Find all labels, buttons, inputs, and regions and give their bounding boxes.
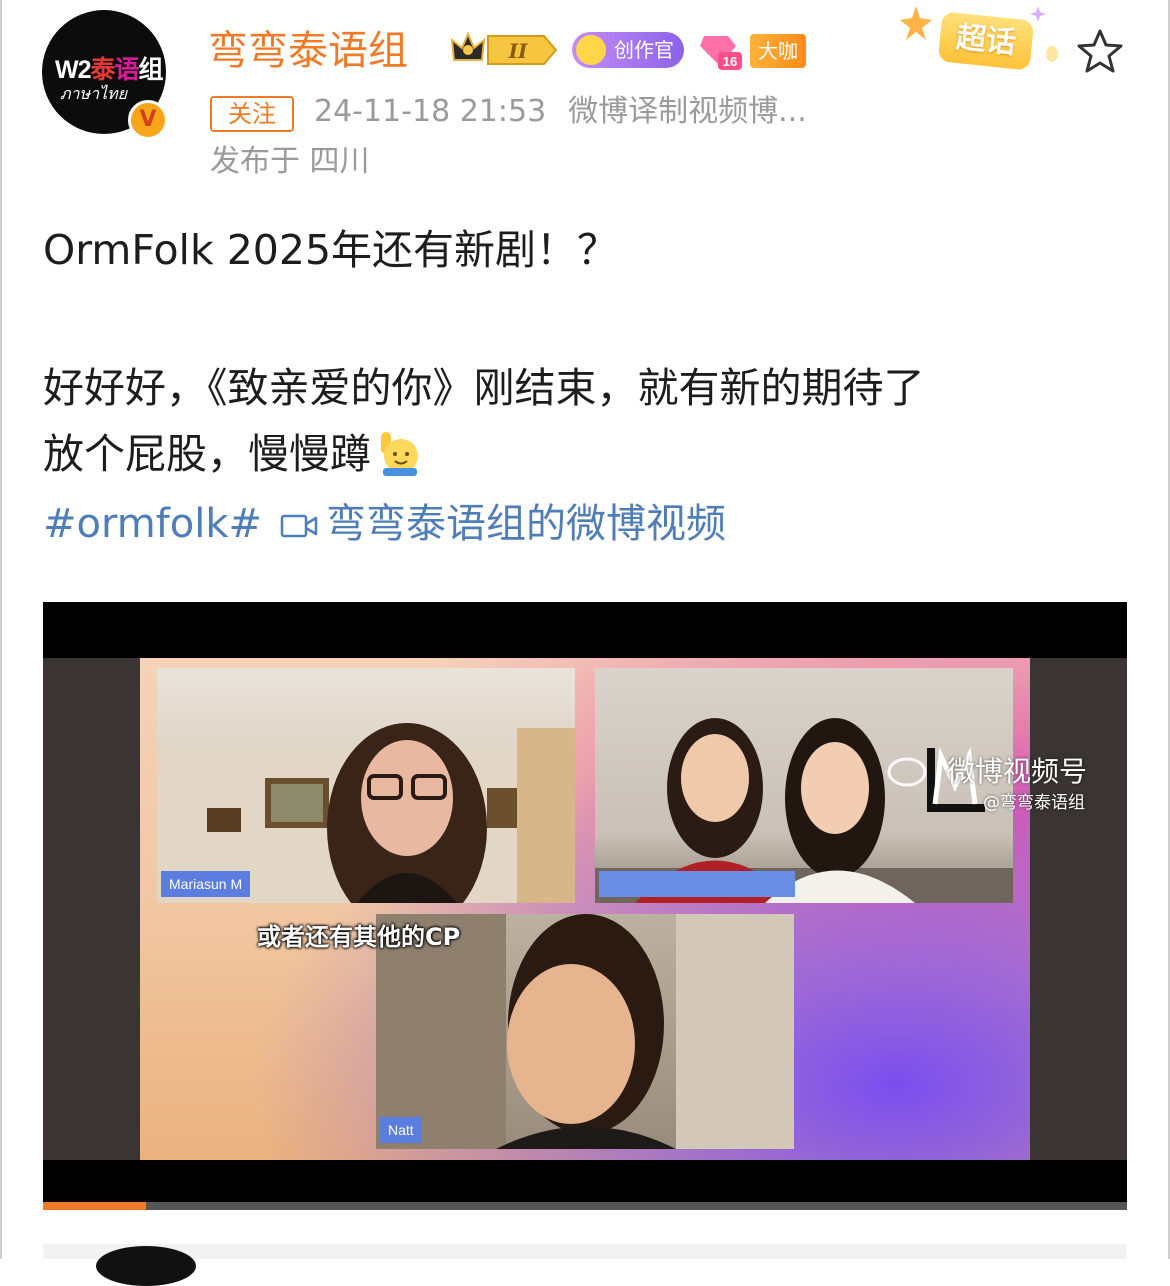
post-meta: 24-11-18 21:53 微博译制视频博... xyxy=(314,92,807,132)
super-topic-button[interactable]: 超话 xyxy=(937,11,1035,71)
daka-badge[interactable]: 大咖 xyxy=(750,34,806,68)
video-link-icon xyxy=(280,514,318,538)
watermark-title: 微博视频号 xyxy=(947,755,1088,788)
post-text-line-3: 放个屁股，慢慢蹲 xyxy=(43,428,423,480)
natt-name-tag: Natt xyxy=(380,1117,422,1143)
post-datetime: 24-11-18 21:53 xyxy=(314,94,547,129)
avatar-logo: W2泰语组 xyxy=(55,56,164,84)
crown-icon[interactable]: II xyxy=(448,30,560,70)
level-badge-number: 16 xyxy=(723,54,737,69)
video-tile-host: Mariasun M xyxy=(157,668,575,903)
video-player[interactable]: Mariasun M Natt 或者还有其他的CP 微博视频号 @弯弯泰语组 xyxy=(43,602,1127,1210)
post-source[interactable]: 微博译制视频博... xyxy=(568,94,807,129)
author-name[interactable]: 弯弯泰语组 xyxy=(208,27,408,75)
post-text-line-2: 好好好，《致亲爱的你》刚结束，就有新的期待了 xyxy=(43,364,925,412)
video-progress-bar[interactable] xyxy=(43,1202,1127,1210)
post-location: 发布于 四川 xyxy=(210,144,370,179)
post-links: #ormfolk# 弯弯泰语组的微博视频 xyxy=(43,498,726,550)
left-border xyxy=(0,0,2,1259)
post-text-line-1: OrmFolk 2025年还有新剧！？ xyxy=(43,226,619,274)
creator-badge-icon xyxy=(576,35,606,65)
next-post-preview xyxy=(43,1244,1127,1259)
hashtag-link[interactable]: #ormfolk# xyxy=(43,501,262,547)
video-frame: Mariasun M Natt 或者还有其他的CP 微博视频号 @弯弯泰语组 xyxy=(43,658,1127,1160)
follow-button[interactable]: 关注 xyxy=(210,96,294,132)
video-link[interactable]: 弯弯泰语组的微博视频 xyxy=(326,501,726,547)
watermark-handle: @弯弯泰语组 xyxy=(983,793,1085,813)
level-badge-icon[interactable]: 16 xyxy=(698,30,744,72)
host-scene xyxy=(157,723,575,903)
next-post-avatar[interactable] xyxy=(96,1246,196,1286)
video-progress-fill xyxy=(43,1202,146,1210)
star-icon[interactable] xyxy=(1074,26,1126,78)
creator-badge[interactable]: 创作官 xyxy=(572,32,684,68)
guests-name-tag xyxy=(599,871,795,897)
host-name-tag: Mariasun M xyxy=(161,871,251,897)
crown-level: II xyxy=(508,39,528,63)
raised-hand-emoji xyxy=(381,432,418,476)
video-subtitle: 或者还有其他的CP xyxy=(257,923,461,951)
avatar-script: ภาษาไทย xyxy=(60,84,128,103)
verified-icon: V xyxy=(128,100,168,140)
